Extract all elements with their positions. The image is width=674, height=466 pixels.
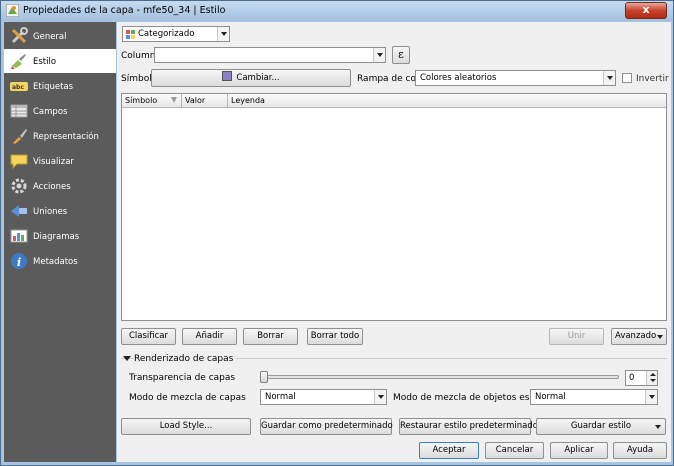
sidebar-item-label: Etiquetas [33,82,74,92]
sidebar-item-label: Uniones [33,207,68,217]
sort-indicator-icon [171,97,177,103]
svg-text:i: i [17,256,21,269]
sidebar-item-acciones[interactable]: Acciones [4,174,116,198]
join-button[interactable]: Unir [549,328,604,345]
sidebar-item-etiquetas[interactable]: abc Etiquetas [4,74,116,98]
sidebar-item-label: Representación [33,132,99,142]
spin-up-icon[interactable] [646,371,657,378]
style-panel: Categorizado Columna ε Símbolo Cambiar..… [117,22,671,462]
transparency-slider[interactable] [263,375,619,379]
sidebar-item-label: Acciones [33,182,71,192]
chevron-down-icon [217,27,229,41]
diagram-icon [10,229,28,243]
tools-icon [11,27,28,44]
delete-all-button[interactable]: Borrar todo [307,328,363,345]
chevron-down-icon [373,48,385,62]
join-icon [11,205,27,217]
transparency-slider-handle[interactable] [260,371,268,383]
epsilon-icon: ε [398,48,404,61]
column-select[interactable] [154,47,386,63]
help-button[interactable]: Ayuda [613,442,667,459]
sidebar-item-campos[interactable]: Campos [4,99,116,123]
svg-text:abc: abc [12,84,24,91]
color-ramp-select[interactable]: Colores aleatorios [415,70,616,86]
chevron-down-icon [645,390,657,404]
paintbrush-icon [11,54,26,69]
chevron-down-icon [374,390,386,404]
expression-button[interactable]: ε [392,46,410,64]
apply-button[interactable]: Aplicar [550,442,608,459]
advanced-label: Avanzado [615,331,657,341]
blend-mode-select[interactable]: Normal [260,389,387,405]
sidebar-item-label: Metadatos [33,257,78,267]
load-style-button[interactable]: Load Style... [121,418,251,435]
feature-blend-select[interactable]: Normal [530,389,658,405]
table-icon [10,104,28,118]
close-button[interactable]: x [625,2,667,19]
sidebar-item-label: Visualizar [33,157,74,167]
layer-properties-window: Propiedades de la capa - mfe50_34 | Esti… [0,0,674,466]
change-symbol-label: Cambiar... [236,73,280,83]
blend-mode-label: Modo de mezcla de capas [129,393,246,403]
collapse-triangle-icon[interactable] [123,356,131,361]
speech-bubble-icon [10,154,28,170]
transparency-spinbox[interactable]: 0 [625,370,658,386]
sidebar-item-representacion[interactable]: Representación [4,124,116,148]
title-bar[interactable]: Propiedades de la capa - mfe50_34 | Esti… [1,1,673,21]
spin-down-icon[interactable] [646,378,657,385]
symbol-swatch [222,71,233,81]
sidebar-item-label: General [33,32,67,42]
color-ramp-value: Colores aleatorios [420,73,497,83]
save-default-button[interactable]: Guardar como predeterminado [260,418,393,435]
sidebar-item-visualizar[interactable]: Visualizar [4,149,116,173]
window-title: Propiedades de la capa - mfe50_34 | Esti… [23,5,226,16]
layer-rendering-title[interactable]: Renderizado de capas [134,354,237,364]
close-icon: x [642,3,650,16]
gear-icon [11,178,27,194]
chevron-down-icon [655,425,661,429]
categorized-icon [126,30,135,39]
brush-icon [13,129,27,144]
ok-button[interactable]: Aceptar [419,442,479,459]
transparency-value: 0 [629,373,635,383]
sidebar-item-uniones[interactable]: Uniones [4,199,116,223]
delete-button[interactable]: Borrar [243,328,298,345]
abc-label-icon: abc [10,82,28,91]
column-header-symbol[interactable]: Símbolo [122,94,182,108]
sidebar-item-label: Campos [33,107,68,117]
add-button[interactable]: Añadir [182,328,237,345]
blend-mode-value: Normal [265,392,296,402]
chevron-down-icon [657,335,663,339]
sidebar-item-general[interactable]: General [4,24,116,48]
cancel-button[interactable]: Cancelar [485,442,544,459]
sidebar-item-diagramas[interactable]: Diagramas [4,224,116,248]
sidebar-item-estilo[interactable]: Estilo [4,49,116,73]
sidebar-item-label: Estilo [33,57,57,67]
column-header-value[interactable]: Valor [182,94,228,108]
save-style-label: Guardar estilo [570,421,632,431]
classify-button[interactable]: Clasificar [121,328,176,345]
advanced-button[interactable]: Avanzado [611,328,667,345]
save-style-button[interactable]: Guardar estilo [536,418,666,435]
categories-table[interactable]: Símbolo Valor Leyenda [121,93,667,321]
sidebar-item-metadatos[interactable]: i Metadatos [4,249,116,273]
change-symbol-button[interactable]: Cambiar... [151,69,351,87]
renderer-type-value: Categorizado [138,29,195,39]
sidebar: General Estilo abc Etiquetas Campos Repr… [4,22,116,462]
column-header-legend[interactable]: Leyenda [228,94,666,108]
info-icon: i [11,253,27,269]
transparency-label: Transparencia de capas [129,373,236,383]
chevron-down-icon [603,71,615,85]
invert-checkbox[interactable] [622,73,632,83]
renderer-type-select[interactable]: Categorizado [122,26,230,42]
sidebar-item-label: Diagramas [33,232,80,242]
feature-blend-value: Normal [535,392,566,402]
qgis-app-icon [6,4,19,17]
restore-default-button[interactable]: Restaurar estilo predeterminado [399,418,538,435]
invert-label: Invertir [636,74,669,84]
